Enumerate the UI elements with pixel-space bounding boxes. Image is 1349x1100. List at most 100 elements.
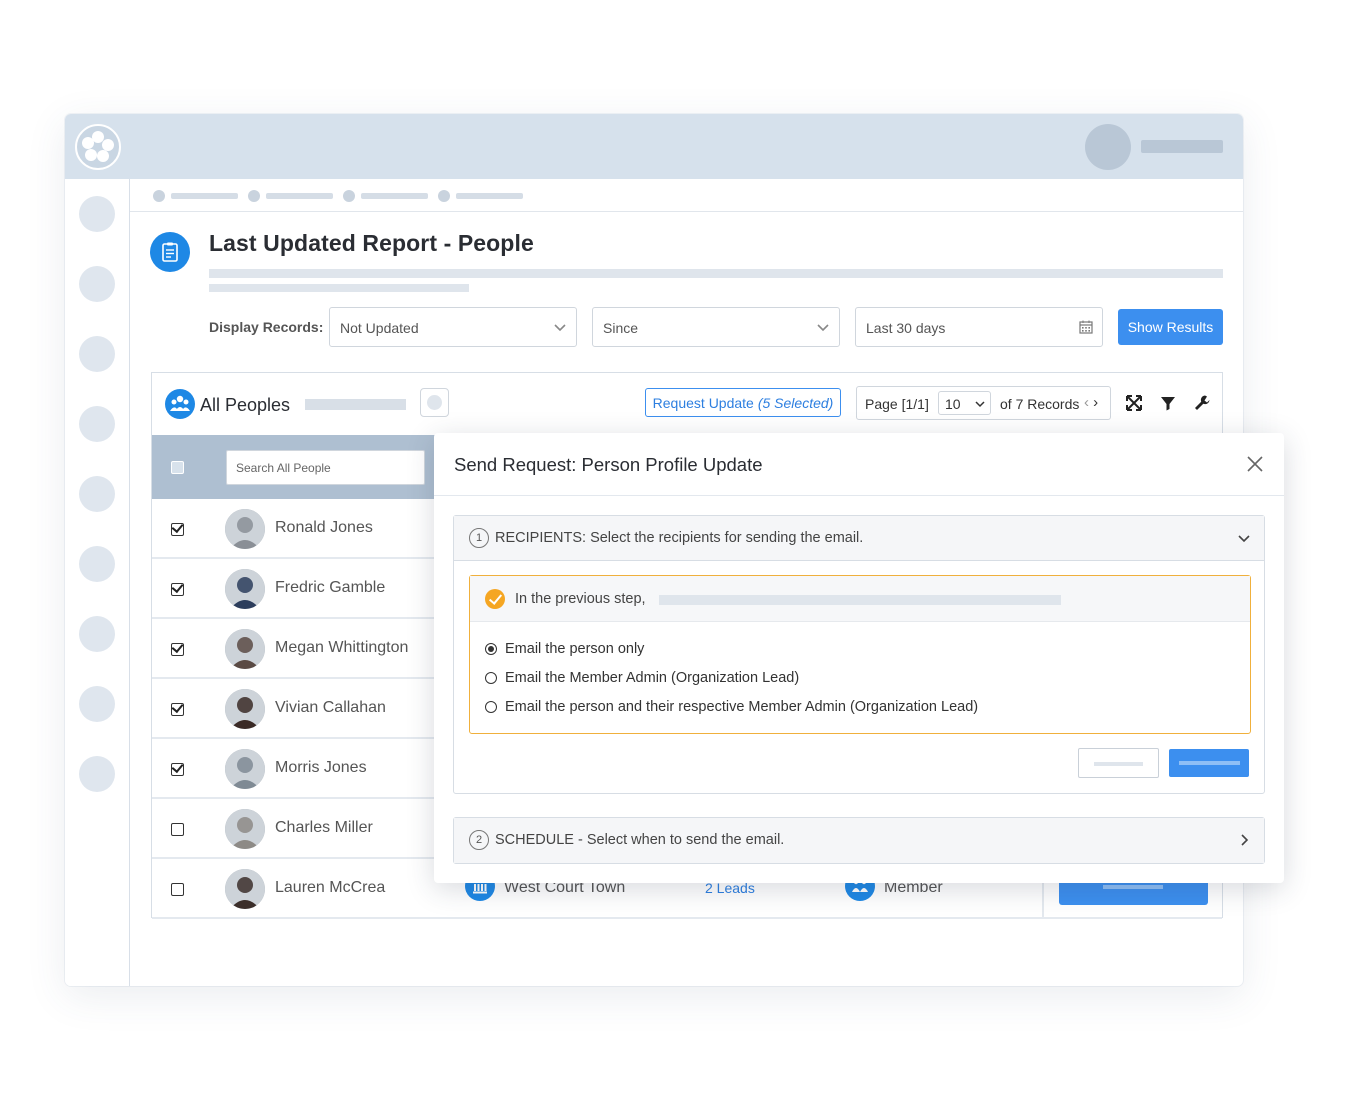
schedule-title: SCHEDULE - Select when to send the email… [495, 832, 785, 848]
person-name[interactable]: Megan Whittington [275, 639, 408, 657]
sidebar-item[interactable] [79, 476, 115, 512]
step-number: 1 [469, 528, 489, 548]
people-icon [165, 389, 195, 419]
recipients-section: 1 RECIPIENTS: Select the recipients for … [453, 515, 1265, 794]
request-update-button[interactable]: Request Update (5 Selected) [645, 388, 841, 417]
date-range-value: Last 30 days [866, 320, 946, 336]
row-checkbox[interactable] [171, 643, 184, 656]
person-name[interactable]: Morris Jones [275, 759, 367, 777]
top-bar [65, 114, 1243, 179]
row-checkbox[interactable] [171, 763, 184, 776]
search-input[interactable]: Search All People [226, 450, 425, 485]
person-name[interactable]: Charles Miller [275, 819, 373, 837]
user-name-placeholder [1141, 140, 1223, 153]
calendar-icon[interactable] [1078, 319, 1094, 335]
notice-text: In the previous step, [515, 591, 646, 607]
person-name[interactable]: Fredric Gamble [275, 579, 385, 597]
avatar [225, 689, 265, 729]
chevron-down-icon [817, 324, 829, 332]
filter-icon[interactable] [1158, 393, 1178, 413]
status-select-value: Not Updated [340, 320, 419, 336]
row-checkbox[interactable] [171, 523, 184, 536]
wrench-icon[interactable] [1192, 393, 1212, 413]
notice-placeholder [659, 595, 1061, 605]
modal-divider [434, 495, 1284, 496]
avatar [225, 509, 265, 549]
person-name[interactable]: Vivian Callahan [275, 699, 386, 717]
step-number: 2 [469, 830, 489, 850]
page-title: Last Updated Report - People [209, 230, 534, 256]
sidebar [65, 179, 130, 986]
description-placeholder [209, 269, 1223, 278]
selected-count: (5 Selected) [757, 394, 834, 411]
recipients-title: RECIPIENTS: Select the recipients for se… [495, 530, 864, 546]
row-checkbox[interactable] [171, 583, 184, 596]
panel-header: All Peoples Request Update (5 Selected) … [152, 373, 1222, 435]
schedule-section: 2 SCHEDULE - Select when to send the ema… [453, 817, 1265, 864]
radio-button[interactable] [485, 672, 497, 684]
toggle-button[interactable] [420, 388, 449, 417]
prev-page-icon[interactable]: ‹ [1084, 394, 1089, 411]
sidebar-item[interactable] [79, 196, 115, 232]
select-all-checkbox[interactable] [171, 461, 184, 474]
recipient-option-label: Email the person only [505, 641, 645, 657]
records-count: of 7 Records [1000, 396, 1080, 412]
chevron-down-icon [975, 401, 985, 408]
sidebar-item[interactable] [79, 546, 115, 582]
avatar [225, 749, 265, 789]
pagination: Page [1/1] 10 of 7 Records ‹ › [856, 386, 1111, 420]
avatar [225, 809, 265, 849]
chevron-down-icon[interactable] [1236, 530, 1252, 546]
breadcrumb-divider [130, 211, 1243, 212]
row-checkbox[interactable] [171, 823, 184, 836]
chevron-right-icon[interactable] [1236, 832, 1252, 848]
search-placeholder: Search All People [236, 461, 331, 475]
display-records-label: Display Records: [209, 319, 324, 335]
row-checkbox[interactable] [171, 883, 184, 896]
page-size-select[interactable]: 10 [938, 391, 991, 415]
request-update-label: Request Update [652, 394, 754, 411]
person-name[interactable]: Lauren McCrea [275, 879, 385, 897]
close-icon[interactable] [1246, 455, 1264, 473]
chevron-down-icon [554, 324, 566, 332]
modal-title: Send Request: Person Profile Update [454, 454, 763, 475]
sidebar-item[interactable] [79, 406, 115, 442]
since-select-value: Since [603, 320, 639, 336]
sidebar-item[interactable] [79, 686, 115, 722]
send-request-modal: Send Request: Person Profile Update 1 RE… [434, 433, 1284, 883]
sidebar-item[interactable] [79, 336, 115, 372]
radio-button[interactable] [485, 701, 497, 713]
recipient-option-label: Email the person and their respective Me… [505, 699, 979, 715]
page-nav: ‹ › [1084, 394, 1098, 411]
radio-button[interactable] [485, 643, 497, 655]
user-avatar[interactable] [1085, 124, 1131, 170]
status-select[interactable]: Not Updated [329, 307, 577, 347]
sidebar-item[interactable] [79, 756, 115, 792]
next-page-icon[interactable]: › [1093, 394, 1098, 411]
notice-box: In the previous step, Email the person o… [469, 575, 1251, 734]
recipients-section-header[interactable]: 1 RECIPIENTS: Select the recipients for … [454, 516, 1264, 561]
panel-title: All Peoples [200, 395, 291, 415]
notice-header: In the previous step, [470, 576, 1250, 622]
cancel-button[interactable] [1078, 748, 1159, 778]
avatar [225, 629, 265, 669]
show-results-button[interactable]: Show Results [1118, 309, 1223, 345]
page-size-value: 10 [945, 396, 961, 412]
check-circle-icon [485, 589, 505, 609]
schedule-section-header[interactable]: 2 SCHEDULE - Select when to send the ema… [454, 818, 1264, 863]
date-range-input[interactable]: Last 30 days [855, 307, 1103, 347]
expand-icon[interactable] [1124, 393, 1144, 413]
avatar [225, 569, 265, 609]
sidebar-item[interactable] [79, 616, 115, 652]
row-checkbox[interactable] [171, 703, 184, 716]
sidebar-item[interactable] [79, 266, 115, 302]
avatar [225, 869, 265, 909]
count-placeholder [305, 399, 406, 410]
report-icon [150, 232, 190, 272]
recipient-option-label: Email the Member Admin (Organization Lea… [505, 670, 800, 686]
since-select[interactable]: Since [592, 307, 840, 347]
description-placeholder [209, 284, 469, 292]
next-button[interactable] [1169, 749, 1249, 777]
person-name[interactable]: Ronald Jones [275, 519, 373, 537]
logo-icon[interactable] [75, 124, 121, 170]
